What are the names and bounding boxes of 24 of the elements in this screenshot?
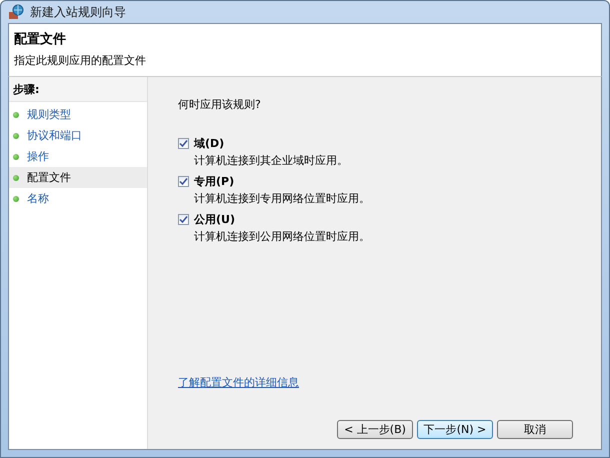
page-title: 配置文件 — [14, 30, 67, 48]
checkbox-label[interactable]: 域(D) — [194, 136, 224, 151]
step-item[interactable]: 操作 — [9, 146, 147, 167]
question-text: 何时应用该规则? — [178, 97, 262, 112]
back-button[interactable]: < 上一步(B) — [337, 420, 413, 439]
checkbox[interactable] — [178, 176, 189, 187]
next-button[interactable]: 下一步(N) > — [417, 420, 493, 439]
step-item[interactable]: 协议和端口 — [9, 125, 147, 146]
step-item[interactable]: 名称 — [9, 188, 147, 209]
learn-more-link[interactable]: 了解配置文件的详细信息 — [178, 376, 299, 389]
checkbox-label[interactable]: 专用(P) — [194, 174, 234, 189]
option-description: 计算机连接到专用网络位置时应用。 — [193, 191, 371, 206]
checkbox[interactable] — [178, 214, 189, 225]
steps-heading: 步骤: — [9, 77, 147, 102]
step-item[interactable]: 规则类型 — [9, 104, 147, 125]
option-description: 计算机连接到公用网络位置时应用。 — [193, 229, 371, 244]
option-description: 计算机连接到其企业域时应用。 — [193, 153, 349, 168]
window-title: 新建入站规则向导 — [30, 4, 126, 20]
checkbox-label[interactable]: 公用(U) — [194, 212, 235, 227]
firewall-icon — [8, 4, 24, 20]
checkbox[interactable] — [178, 138, 189, 149]
page-subtitle: 指定此规则应用的配置文件 — [14, 53, 147, 68]
cancel-button[interactable]: 取消 — [497, 420, 573, 439]
step-item[interactable]: 配置文件 — [9, 167, 147, 188]
